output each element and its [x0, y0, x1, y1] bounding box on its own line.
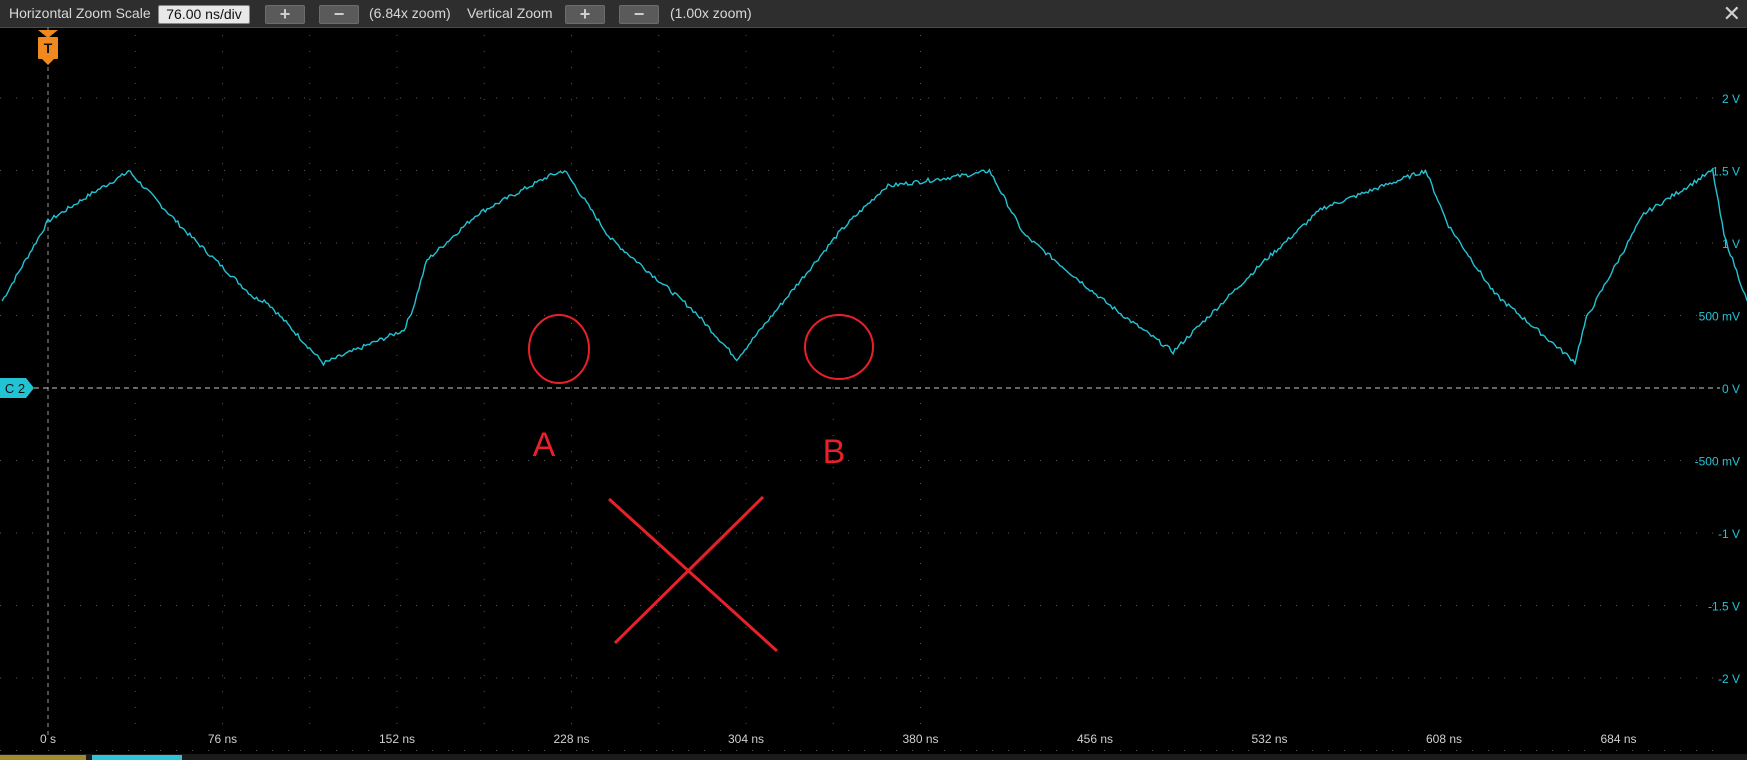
x-axis-tick-label: 456 ns [1077, 732, 1113, 746]
annotation-cross-mark [607, 495, 779, 653]
y-axis-tick-label: -2 V [1718, 672, 1740, 686]
close-icon[interactable]: ✕ [1723, 0, 1741, 27]
graticule [0, 35, 1720, 751]
waveform-display: 2 V 1.5 V 1 V 500 mV 0 V -500 mV -1 V -1.5 V -2 … [0, 27, 1747, 751]
y-axis-tick-label: 2 V [1722, 92, 1740, 106]
annotation-circle-a [528, 314, 590, 384]
trigger-marker[interactable]: T [38, 30, 58, 65]
y-axis-tick-label: -1 V [1718, 527, 1740, 541]
channel-2-marker[interactable]: C 2 [0, 378, 34, 398]
x-axis-tick-label: 228 ns [553, 732, 589, 746]
vertical-zoom-info: (1.00x zoom) [670, 5, 752, 21]
channel-2-marker-label: C 2 [5, 381, 25, 396]
x-axis-tick-label: 152 ns [379, 732, 415, 746]
y-axis-tick-label: 0 V [1722, 382, 1740, 396]
y-axis-tick-label: 1 V [1722, 237, 1740, 251]
vertical-zoom-label: Vertical Zoom [467, 5, 553, 21]
x-axis-tick-label: 304 ns [728, 732, 764, 746]
x-axis-tick-label: 608 ns [1426, 732, 1462, 746]
y-axis-tick-label: -500 mV [1695, 455, 1740, 469]
vertical-zoom-out-button[interactable]: − [619, 5, 659, 24]
bottom-tab-2[interactable] [92, 755, 182, 760]
horizontal-zoom-info: (6.84x zoom) [369, 5, 451, 21]
vertical-zoom-in-button[interactable]: + [565, 5, 605, 24]
annotation-circle-b [804, 314, 874, 380]
channel-2-trace [1, 167, 1747, 367]
y-axis-labels: 2 V 1.5 V 1 V 500 mV 0 V -500 mV -1 V -1.5 V -2 … [1695, 92, 1740, 686]
x-axis-tick-label: 684 ns [1600, 732, 1636, 746]
horizontal-zoom-in-button[interactable]: + [265, 5, 305, 24]
bottom-tab-1[interactable] [0, 755, 86, 760]
trigger-marker-label: T [44, 40, 53, 56]
horizontal-zoom-out-button[interactable]: − [319, 5, 359, 24]
x-axis-tick-label: 532 ns [1251, 732, 1287, 746]
annotation-label-a: A [533, 426, 556, 464]
horizontal-zoom-scale-field[interactable]: 76.00 ns/div [158, 5, 250, 24]
x-axis-tick-label: 0 s [40, 732, 56, 746]
y-axis-tick-label: -1.5 V [1708, 600, 1740, 614]
y-axis-tick-label: 1.5 V [1712, 165, 1740, 179]
y-axis-tick-label: 500 mV [1699, 310, 1740, 324]
bottom-status-strip [0, 754, 1747, 760]
x-axis-tick-label: 76 ns [208, 732, 237, 746]
horizontal-zoom-label: Horizontal Zoom Scale [9, 5, 151, 21]
annotation-marks: A B [528, 314, 874, 653]
zoom-toolbar: Horizontal Zoom Scale 76.00 ns/div + − (… [0, 0, 1747, 28]
x-axis-tick-label: 380 ns [902, 732, 938, 746]
x-axis-labels: 0 s 76 ns 152 ns 228 ns 304 ns 380 ns 456 ns 53… [40, 732, 1637, 746]
annotation-label-b: B [823, 433, 846, 471]
